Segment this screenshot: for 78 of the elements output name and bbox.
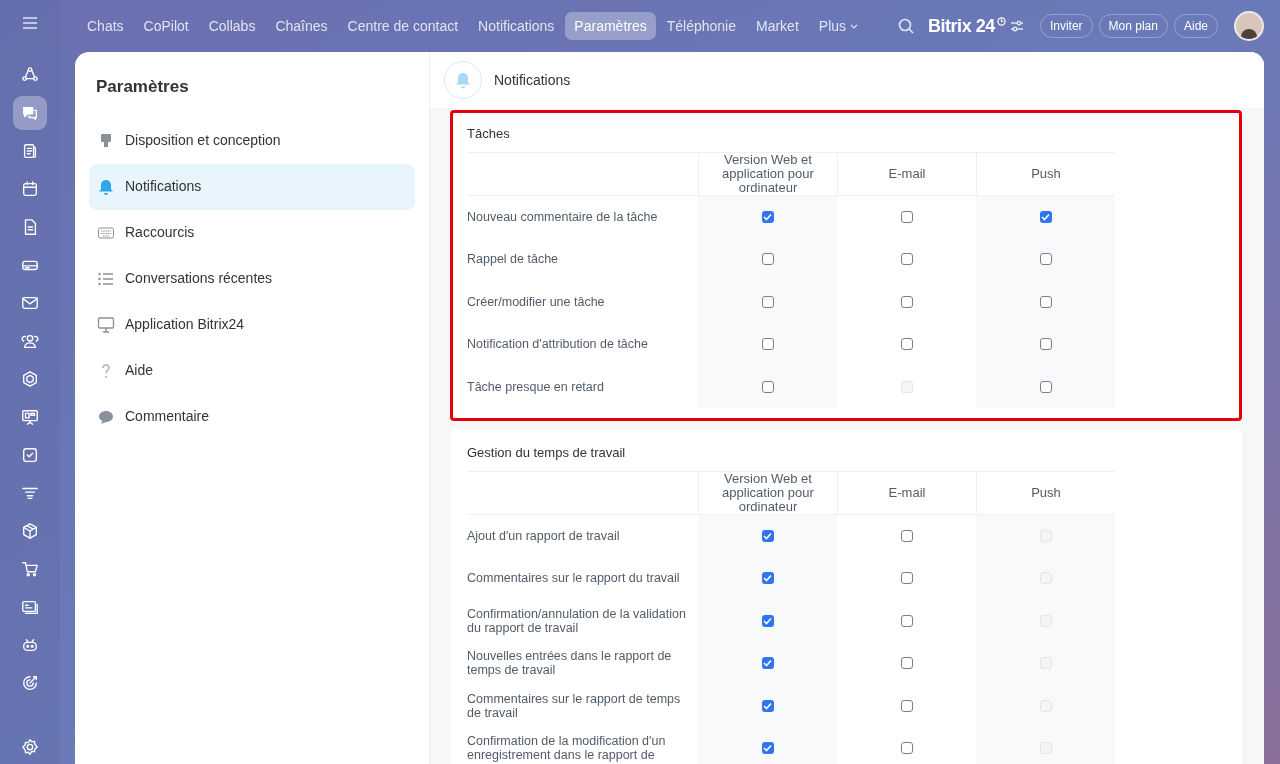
search-icon[interactable] (897, 18, 914, 34)
row-label: Nouveau commentaire de la tâche (467, 208, 659, 226)
checkbox[interactable] (761, 380, 774, 393)
row-label: Créer/modifier une tâche (467, 293, 606, 311)
avatar[interactable] (1234, 11, 1264, 41)
checkbox[interactable] (900, 742, 913, 755)
checkbox[interactable] (900, 529, 913, 542)
sliders-icon[interactable] (1009, 20, 1024, 32)
sidebar-item[interactable]: Commentaire (89, 393, 415, 440)
row-label: Commentaires sur le rapport du travail (467, 570, 681, 588)
column-header: E-mail (837, 471, 976, 515)
nav-tab[interactable]: Téléphonie (657, 12, 745, 40)
checkbox[interactable] (900, 295, 913, 308)
sidebar-title: Paramètres (95, 76, 190, 98)
section-title: Gestion du temps de travail (467, 444, 627, 462)
nav-tab[interactable]: Centre de contact (338, 12, 468, 40)
checkbox[interactable] (761, 742, 774, 755)
nav-tab[interactable]: Chats (78, 12, 133, 40)
column-header: Version Web et application pour ordinateur (698, 471, 837, 515)
checkbox[interactable] (761, 529, 774, 542)
checkbox[interactable] (900, 572, 913, 585)
nav-tab[interactable]: Chaînes (266, 12, 337, 40)
row-label: Commentaires sur le rapport de temps de travail (467, 690, 682, 722)
checkbox[interactable] (1039, 295, 1052, 308)
section-title: Tâches (467, 125, 511, 143)
checkbox[interactable] (1039, 210, 1052, 223)
checkbox[interactable] (1039, 338, 1052, 351)
row-label: Nouvelles entrées dans le rapport de temps de travail (467, 648, 673, 680)
checkbox[interactable] (761, 253, 774, 266)
checkbox[interactable] (761, 210, 774, 223)
checkbox[interactable] (1039, 253, 1052, 266)
row-label: Rappel de tâche (467, 251, 560, 269)
checkbox[interactable] (761, 572, 774, 585)
bell-icon (455, 71, 471, 89)
content-title: Notifications (494, 70, 571, 90)
checkbox[interactable] (900, 699, 913, 712)
nav-tab[interactable]: Market (747, 12, 808, 40)
list-icon (97, 270, 115, 287)
nav-tab[interactable]: Paramètres (565, 12, 656, 40)
bell-icon (97, 178, 115, 195)
chevron-down-icon (850, 23, 859, 29)
monitor-icon (97, 316, 115, 333)
more-menu[interactable]: Plus (809, 12, 868, 40)
sidebar-item[interactable]: Notifications (89, 163, 415, 210)
column-header: Push (976, 152, 1115, 196)
nav-tab[interactable]: CoPilot (134, 12, 198, 40)
checkbox[interactable] (900, 210, 913, 223)
clock-icon (996, 16, 1006, 26)
keyboard-icon (97, 224, 115, 241)
sidebar-item[interactable]: Raccourcis (89, 209, 415, 256)
chat-icon[interactable] (13, 96, 47, 130)
checkbox[interactable] (761, 338, 774, 351)
row-label: Ajout d'un rapport de travail (467, 527, 621, 545)
checkbox[interactable] (761, 614, 774, 627)
sidebar-item[interactable]: Aide (89, 347, 415, 394)
column-header: Push (976, 471, 1115, 515)
checkbox[interactable] (1039, 380, 1052, 393)
checkbox[interactable] (761, 699, 774, 712)
row-label: Confirmation/annulation de la validation du rapport de travail (467, 605, 687, 637)
sidebar-item[interactable]: Conversations récentes (89, 255, 415, 302)
checkbox[interactable] (900, 253, 913, 266)
nav-tab[interactable]: Collabs (199, 12, 265, 40)
checkbox[interactable] (900, 657, 913, 670)
sidebar-item[interactable]: Disposition et conception (89, 117, 415, 164)
nav-tab[interactable]: Notifications (469, 12, 564, 40)
column-header: Version Web et application pour ordinateur (698, 152, 837, 196)
sidebar-item[interactable]: Application Bitrix24 (89, 301, 415, 348)
menu-icon[interactable] (22, 16, 38, 30)
row-label: Notification d'attribution de tâche (467, 336, 649, 354)
column-header: E-mail (837, 152, 976, 196)
speech-bubble-icon (97, 408, 115, 425)
checkbox[interactable] (761, 657, 774, 670)
logo[interactable]: Bitrix 24 (927, 12, 995, 40)
row-label: Confirmation de la modification d'un enregistrement dans le rapport de (467, 733, 667, 764)
checkbox[interactable] (900, 614, 913, 627)
checkbox[interactable] (761, 295, 774, 308)
row-label: Tâche presque en retard (467, 378, 605, 396)
checkbox[interactable] (900, 338, 913, 351)
